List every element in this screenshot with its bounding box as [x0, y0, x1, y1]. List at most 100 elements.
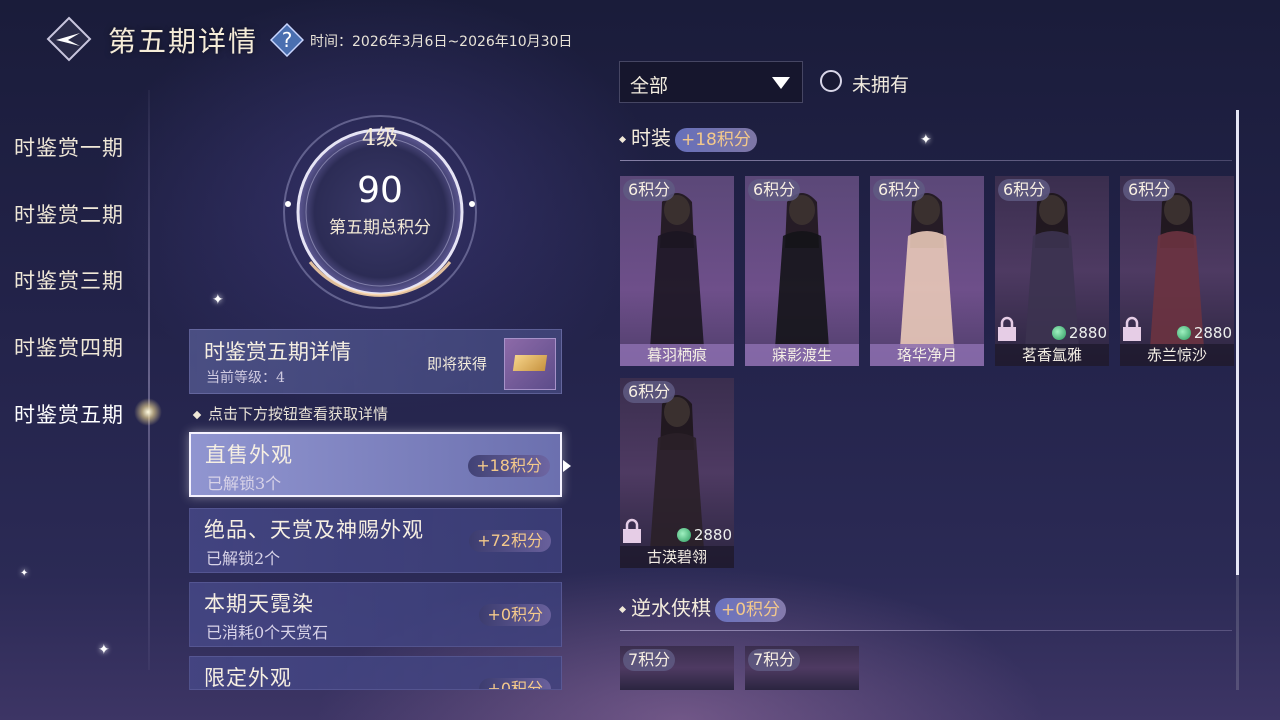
category-sub: 已消耗0个天赏石 [206, 623, 329, 642]
card-name: 赤兰惊沙 [1120, 344, 1234, 366]
card-points: 6积分 [623, 381, 676, 403]
card-price: 2880 [1051, 324, 1107, 342]
card-points: 6积分 [1123, 179, 1176, 201]
star-decoration: ✦ [920, 132, 932, 148]
category-title: 直售外观 [205, 443, 293, 467]
card-name: 珞华净月 [870, 344, 984, 366]
selected-arrow-icon [563, 460, 571, 472]
filter-value: 全部 [630, 75, 669, 97]
nav-item-period-1[interactable]: 时鉴赏一期 [14, 132, 124, 162]
category-points-badge: +72积分 [469, 530, 551, 552]
nav-item-period-5[interactable]: 时鉴赏五期 [14, 399, 124, 429]
total-score-label: 第五期总积分 [329, 218, 431, 238]
section-chess-header: 逆水侠棋 +0积分 [618, 592, 787, 622]
bullet-diamond-icon [618, 135, 627, 144]
chess-card[interactable]: 7积分 [745, 646, 859, 690]
bullet-diamond-icon [618, 605, 627, 614]
star-decoration: ✦ [20, 568, 29, 579]
dropdown-arrow-icon [772, 77, 790, 89]
category-dye[interactable]: 本期天霓染 已消耗0个天赏石 +0积分 [189, 582, 562, 647]
category-points-badge: +18积分 [468, 455, 550, 477]
card-points: 6积分 [748, 179, 801, 201]
card-price-value: 2880 [1193, 324, 1232, 342]
card-price: 2880 [676, 526, 732, 544]
category-points-badge: +0积分 [479, 604, 551, 626]
star-decoration: ✦ [98, 642, 110, 658]
not-owned-radio[interactable] [820, 70, 842, 92]
category-title: 本期天霓染 [204, 592, 314, 616]
scroll-thumb[interactable] [1236, 110, 1239, 575]
character-figure [775, 193, 829, 348]
card-price-value: 2880 [1068, 324, 1107, 342]
bullet-diamond-icon [192, 410, 202, 420]
page-title: 第五期详情 [108, 25, 259, 58]
costume-card[interactable]: 6积分暮羽栖痕 [620, 176, 734, 366]
section-costumes-header: 时装 +18积分 [618, 122, 757, 152]
category-sub: 已解锁3个 [207, 474, 282, 493]
card-points: 6积分 [873, 179, 926, 201]
category-premium[interactable]: 绝品、天赏及神赐外观 已解锁2个 +72积分 [189, 508, 562, 573]
question-mark-icon: ? [270, 23, 304, 57]
section-divider [620, 160, 1232, 161]
section-title: 逆水侠棋 [631, 596, 711, 620]
jade-coin-icon [1176, 326, 1191, 340]
card-points: 7积分 [748, 649, 801, 671]
lock-icon [998, 316, 1016, 341]
period-detail-title: 时鉴赏五期详情 [204, 340, 351, 364]
category-title: 绝品、天赏及神赐外观 [204, 518, 424, 542]
jade-coin-icon [1051, 326, 1066, 340]
nav-item-period-3[interactable]: 时鉴赏三期 [14, 265, 124, 295]
costume-card[interactable]: 6积分珞华净月 [870, 176, 984, 366]
date-range: 时间：2026年3月6日~2026年10月30日 [310, 34, 573, 50]
not-owned-label[interactable]: 未拥有 [852, 70, 909, 97]
back-button[interactable] [46, 16, 92, 62]
score-ring: 4级 90 第五期总积分 [280, 112, 480, 312]
star-decoration: ✦ [212, 292, 224, 308]
gold-ticket-icon [512, 355, 548, 371]
content-scrollbar[interactable] [1236, 110, 1239, 690]
current-level-text: 当前等级：4 [206, 370, 285, 386]
costume-card[interactable]: 6积分 2880 茗香氲雅 [995, 176, 1109, 366]
section-points-badge: +18积分 [675, 127, 757, 152]
card-name: 寐影渡生 [745, 344, 859, 366]
card-name: 茗香氲雅 [995, 344, 1109, 366]
category-points-badge: +0积分 [479, 678, 551, 689]
section-divider [620, 630, 1232, 631]
nav-item-period-2[interactable]: 时鉴赏二期 [14, 199, 124, 229]
category-limited[interactable]: 限定外观 +0积分 [189, 656, 562, 690]
coming-reward-label: 即将获得 [427, 355, 488, 373]
card-points: 6积分 [998, 179, 1051, 201]
card-name: 暮羽栖痕 [620, 344, 734, 366]
category-title: 限定外观 [204, 666, 292, 690]
chess-card[interactable]: 7积分 [620, 646, 734, 690]
character-figure [650, 193, 704, 348]
costume-card[interactable]: 6积分寐影渡生 [745, 176, 859, 366]
card-price-value: 2880 [693, 526, 732, 544]
help-button[interactable]: ? [270, 23, 304, 57]
filter-dropdown[interactable]: 全部 [619, 61, 803, 103]
jade-coin-icon [676, 528, 691, 542]
character-figure [900, 193, 954, 348]
svg-text:?: ? [282, 28, 293, 52]
active-nav-glow [134, 398, 162, 426]
card-price: 2880 [1176, 324, 1232, 342]
costume-card[interactable]: 6积分 2880 古渶碧翎 [620, 378, 734, 568]
reward-thumbnail[interactable] [504, 338, 556, 390]
hint-text: 点击下方按钮查看获取详情 [192, 403, 389, 424]
nav-item-period-4[interactable]: 时鉴赏四期 [14, 332, 124, 362]
costume-card[interactable]: 6积分 2880 赤兰惊沙 [1120, 176, 1234, 366]
category-sub: 已解锁2个 [206, 549, 281, 568]
lock-icon [623, 518, 641, 543]
section-points-badge: +0积分 [715, 597, 787, 622]
category-direct-sale[interactable]: 直售外观 已解锁3个 +18积分 [189, 432, 562, 497]
card-points: 6积分 [623, 179, 676, 201]
period-detail-panel[interactable]: 时鉴赏五期详情 当前等级：4 即将获得 [189, 329, 562, 394]
card-points: 7积分 [623, 649, 676, 671]
lock-icon [1123, 316, 1141, 341]
nav-divider [148, 90, 150, 670]
hint-label: 点击下方按钮查看获取详情 [208, 405, 389, 423]
section-title: 时装 [631, 126, 671, 150]
card-name: 古渶碧翎 [620, 546, 734, 568]
level-text: 4级 [362, 126, 398, 151]
back-arrow-icon [46, 16, 92, 62]
